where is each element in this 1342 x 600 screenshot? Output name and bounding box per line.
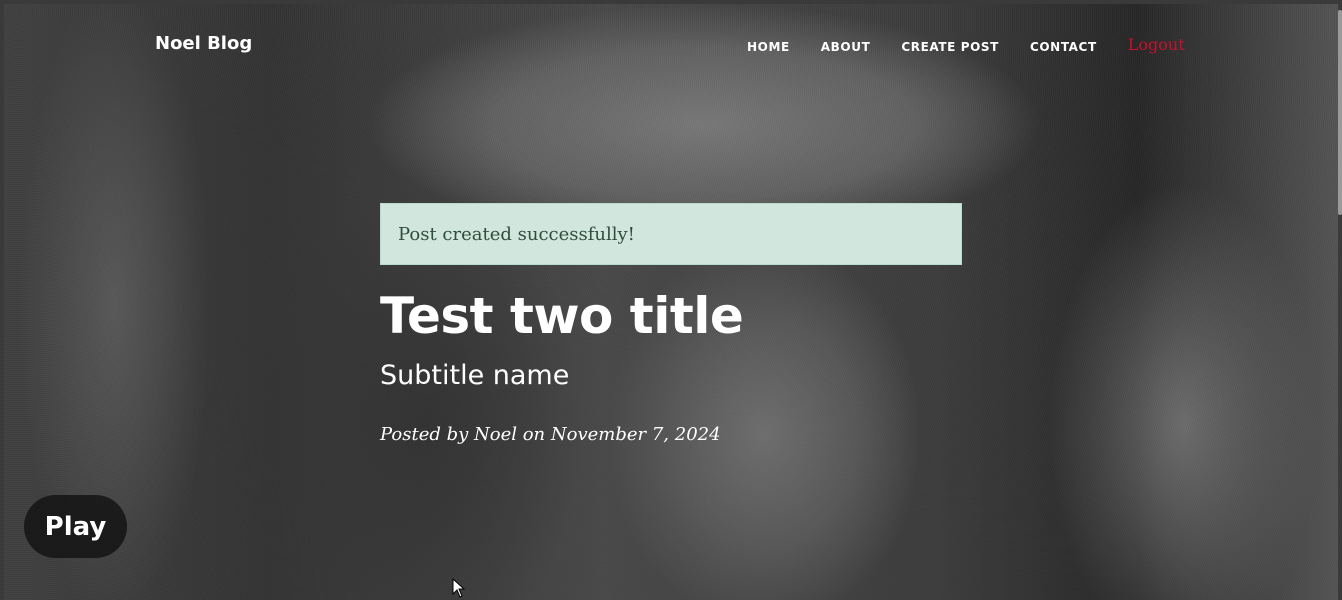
- brand-link[interactable]: Noel Blog: [155, 33, 252, 54]
- mouse-cursor-icon: [452, 578, 466, 598]
- nav-about-link[interactable]: ABOUT: [821, 40, 871, 54]
- play-button[interactable]: Play: [24, 495, 127, 558]
- logout-link[interactable]: Logout: [1128, 35, 1185, 54]
- page-scrollbar[interactable]: [1338, 4, 1342, 600]
- window-border-top: [0, 0, 1342, 4]
- post-meta: Posted by Noel on November 7, 2024: [380, 424, 721, 445]
- main-nav: HOME ABOUT CREATE POST CONTACT Logout: [747, 35, 1185, 56]
- nav-home-link[interactable]: HOME: [747, 40, 790, 54]
- window-border-left: [0, 0, 4, 600]
- nav-contact-link[interactable]: CONTACT: [1030, 40, 1097, 54]
- nav-create-post-link[interactable]: CREATE POST: [901, 40, 999, 54]
- success-alert-message: Post created successfully!: [398, 223, 635, 245]
- scrollbar-thumb[interactable]: [1338, 10, 1342, 215]
- browser-viewport: Noel Blog HOME ABOUT CREATE POST CONTACT…: [0, 0, 1342, 600]
- post-title: Test two title: [380, 287, 744, 345]
- post-subtitle: Subtitle name: [380, 360, 570, 391]
- success-alert: Post created successfully!: [380, 203, 962, 265]
